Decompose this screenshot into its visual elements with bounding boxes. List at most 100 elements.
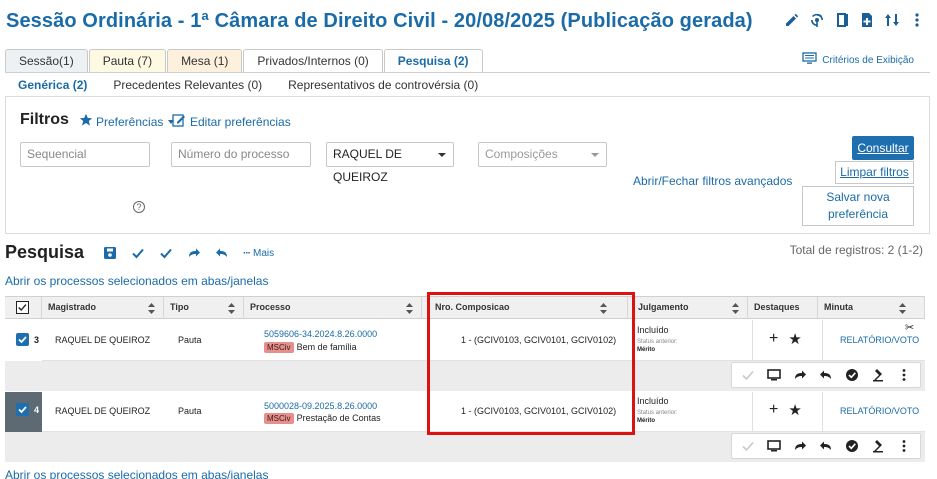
row-checkbox[interactable]	[16, 333, 29, 346]
row-assunto: MSCiv Prestação de Contas	[264, 413, 381, 424]
row-tipo: Pauta	[178, 335, 202, 345]
row-status-value: Mérito	[637, 347, 655, 353]
kebab-menu-icon[interactable]	[897, 439, 911, 453]
row-select-cell: 3	[5, 320, 42, 361]
row-minuta-link[interactable]: RELATÓRIO/VOTO	[840, 335, 919, 345]
consultar-button[interactable]: Consultar	[852, 136, 914, 160]
star-icon[interactable]: ★	[788, 330, 801, 348]
composicoes-select[interactable]: Composições	[478, 142, 607, 167]
col-destaques[interactable]: Destaques	[748, 296, 818, 319]
advanced-filters-toggle[interactable]: Abrir/Fechar filtros avançados	[633, 174, 792, 188]
select-all-header	[5, 296, 42, 319]
check-all-icon[interactable]	[159, 246, 173, 260]
ellipsis-icon: ···	[243, 247, 251, 259]
preferences-dropdown[interactable]: Preferências	[79, 113, 175, 130]
tab-mesa[interactable]: Mesa (1)	[167, 49, 243, 72]
help-icon[interactable]: ?	[133, 201, 145, 213]
divider	[752, 392, 753, 432]
tab-pesquisa[interactable]: Pesquisa (2)	[383, 49, 483, 72]
highlight-box	[427, 292, 635, 435]
row-status-label: Status anterior:	[637, 339, 678, 345]
salvar-preferencia-button[interactable]: Salvar nova preferência	[802, 186, 914, 226]
magistrado-select[interactable]: RAQUEL DE QUEIROZ	[326, 142, 454, 184]
sort-arrows-icon[interactable]	[884, 12, 900, 28]
redo-icon[interactable]	[187, 246, 201, 260]
monitor-icon[interactable]	[767, 439, 781, 453]
check-icon[interactable]	[741, 368, 755, 382]
kebab-menu-icon[interactable]	[909, 12, 925, 28]
tab-privados-internos[interactable]: Privados/Internos (0)	[243, 49, 383, 72]
redo-icon[interactable]	[793, 368, 807, 382]
col-julgamento-label: Julgamento	[638, 302, 689, 312]
edit-preferences-link[interactable]: Editar preferências	[172, 113, 291, 130]
broadcast-icon[interactable]	[809, 12, 825, 28]
col-minuta-label: Minuta	[824, 302, 853, 312]
col-destaques-label: Destaques	[754, 302, 800, 312]
redo-icon[interactable]	[793, 439, 807, 453]
row-minuta-link[interactable]: RELATÓRIO/VOTO	[840, 406, 919, 416]
plus-icon[interactable]: +	[769, 401, 778, 419]
row-tipo: Pauta	[178, 406, 202, 416]
criteria-label: Critérios de Exibição	[822, 54, 914, 66]
gavel-icon[interactable]	[871, 439, 885, 453]
row-actions	[731, 433, 921, 459]
book-icon[interactable]	[834, 12, 850, 28]
limpar-filtros-button[interactable]: Limpar filtros	[835, 161, 914, 184]
col-minuta[interactable]: Minuta	[818, 296, 925, 319]
row-number: 3	[34, 335, 40, 345]
star-icon[interactable]: ★	[788, 401, 801, 419]
tabs-divider	[5, 72, 930, 73]
row-destaques: + ★	[769, 401, 802, 419]
processo-input[interactable]: Número do processo	[171, 142, 311, 167]
document-add-icon[interactable]	[859, 12, 875, 28]
classe-badge: MSCiv	[264, 342, 294, 353]
row-checkbox[interactable]	[16, 403, 29, 416]
verified-badge-icon[interactable]	[845, 439, 859, 453]
divider	[822, 392, 823, 432]
criteria-link[interactable]: Critérios de Exibição	[802, 52, 914, 68]
row-actions	[731, 362, 921, 388]
tab-sessao[interactable]: Sessão(1)	[5, 49, 88, 72]
undo-icon[interactable]	[215, 246, 229, 260]
save-icon[interactable]	[103, 246, 117, 260]
check-icon[interactable]	[131, 246, 145, 260]
monitor-icon[interactable]	[767, 368, 781, 382]
open-selected-link-bottom[interactable]: Abrir os processos selecionados em abas/…	[5, 468, 268, 479]
col-tipo[interactable]: Tipo	[164, 296, 244, 319]
edit-icon	[172, 113, 186, 130]
row-status-label: Status anterior:	[637, 410, 678, 416]
col-julgamento[interactable]: Julgamento	[628, 296, 748, 319]
chevron-down-icon	[438, 153, 446, 157]
sort-icon	[228, 303, 235, 314]
divider	[752, 320, 753, 361]
col-magistrado-label: Magistrado	[48, 302, 97, 312]
plus-icon[interactable]: +	[769, 330, 778, 348]
pencil-icon[interactable]	[784, 12, 800, 28]
row-processo-link[interactable]: 5000028-09.2025.8.26.0000	[264, 401, 377, 411]
preferences-label: Preferências	[96, 114, 164, 129]
tab-pauta[interactable]: Pauta (7)	[88, 49, 167, 72]
gavel-icon[interactable]	[871, 368, 885, 382]
more-label: Mais	[253, 247, 275, 259]
results-title: Pesquisa	[5, 242, 85, 262]
row-magistrado: RAQUEL DE QUEIROZ	[55, 335, 151, 345]
more-menu[interactable]: ··· Mais	[243, 248, 274, 259]
verified-badge-icon[interactable]	[845, 368, 859, 382]
sequencial-input[interactable]: Sequencial	[20, 142, 150, 167]
open-selected-link[interactable]: Abrir os processos selecionados em abas/…	[5, 274, 268, 288]
select-all-checkbox[interactable]	[16, 301, 29, 314]
col-processo[interactable]: Processo	[244, 296, 422, 319]
scissors-icon[interactable]: ✂	[905, 321, 914, 334]
col-tipo-label: Tipo	[170, 302, 189, 312]
undo-icon[interactable]	[819, 368, 833, 382]
col-magistrado[interactable]: Magistrado	[42, 296, 164, 319]
check-icon[interactable]	[741, 439, 755, 453]
star-icon	[79, 113, 93, 130]
undo-icon[interactable]	[819, 439, 833, 453]
page-title: Sessão Ordinária - 1ª Câmara de Direito …	[6, 10, 753, 32]
header-actions	[784, 12, 925, 28]
kebab-menu-icon[interactable]	[897, 368, 911, 382]
chevron-down-icon	[591, 153, 599, 157]
row-processo-link[interactable]: 5059606-34.2024.8.26.0000	[264, 329, 377, 339]
divider	[822, 320, 823, 361]
